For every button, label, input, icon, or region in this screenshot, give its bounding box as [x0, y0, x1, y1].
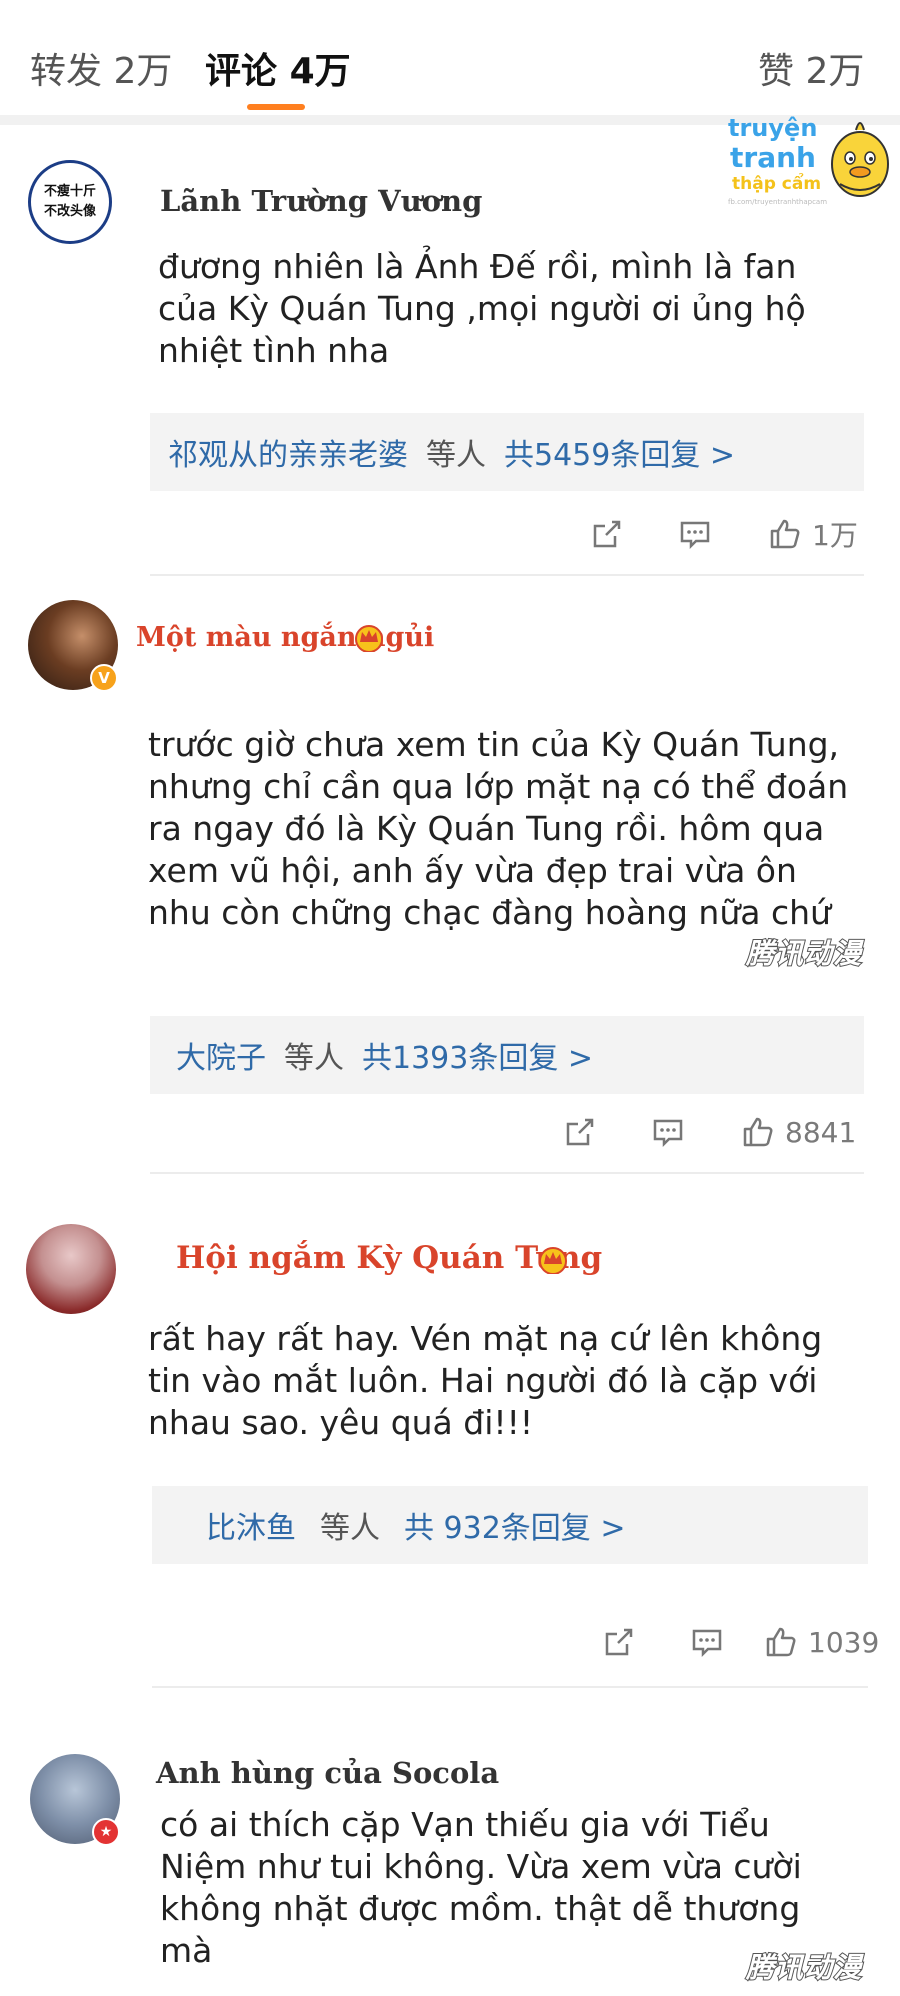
username[interactable]: Anh hùng của Socola [156, 1756, 499, 1790]
reply-mid: 等人 [284, 1041, 344, 1076]
watermark-line3: thập cẩm [732, 174, 822, 194]
avatar[interactable]: 不瘦十斤 不改头像 [28, 160, 112, 244]
like-count: 1万 [812, 519, 858, 552]
active-tab-indicator [247, 104, 305, 110]
reply-summary[interactable]: 祁观从的亲亲老婆 等人 共5459条回复 > [150, 413, 864, 491]
crown-badge-icon [539, 1247, 567, 1274]
username[interactable]: Một màu ngắn ngủi [136, 622, 434, 653]
divider [150, 574, 864, 576]
share-icon[interactable] [590, 517, 624, 551]
comment-text: có ai thích cặp Vạn thiếu gia với Tiểu N… [160, 1805, 802, 1970]
reply-mid: 等人 [426, 438, 486, 473]
avatar[interactable] [26, 1224, 116, 1314]
avatar-text-line2: 不改头像 [43, 204, 96, 219]
reply-summary[interactable]: 比沐鱼 等人 共 932条回复 > [152, 1486, 868, 1564]
comment-actions: 8841 [563, 1110, 856, 1154]
tencent-watermark: 腾讯动漫 [745, 1950, 863, 1985]
comment-text: rất hay rất hay. Vén mặt nạ cứ lên không… [148, 1319, 823, 1442]
comment-actions: 1万 [590, 512, 858, 556]
reply-mid: 等人 [320, 1511, 380, 1546]
tencent-watermark: 腾讯动漫 [745, 936, 863, 971]
reply-user[interactable]: 大院子 [176, 1033, 266, 1077]
avatar-text-line1: 不瘦十斤 [43, 184, 96, 199]
like-icon[interactable] [768, 517, 802, 551]
divider [152, 1686, 868, 1688]
comment-text: đương nhiên là Ảnh Đế rồi, mình là fan c… [158, 247, 806, 370]
watermark-line2: tranh [730, 141, 816, 174]
watermark-line1: truyện [728, 114, 818, 142]
watermark-url: fb.com/truyentranhthapcam [728, 198, 828, 206]
crown-badge-icon [355, 625, 383, 652]
like-icon[interactable] [741, 1115, 775, 1149]
comment-actions: 1039 [602, 1620, 879, 1664]
reply-user[interactable]: 祁观从的亲亲老婆 [168, 430, 408, 474]
verified-badge-icon: V [90, 664, 118, 692]
reply-count[interactable]: 共5459条回复 > [504, 430, 735, 474]
tab-likes[interactable]: 赞 2万 [758, 42, 864, 94]
share-icon[interactable] [563, 1115, 597, 1149]
official-badge-icon: ★ [92, 1818, 120, 1846]
tab-comments[interactable]: 评论 4万 [205, 42, 351, 94]
reply-summary[interactable]: 大院子 等人 共1393条回复 > [150, 1016, 864, 1094]
like-icon[interactable] [764, 1625, 798, 1659]
tab-reposts[interactable]: 转发 2万 [30, 42, 172, 94]
like-count: 8841 [785, 1115, 857, 1149]
reply-count[interactable]: 共1393条回复 > [362, 1033, 593, 1077]
comment-icon[interactable] [678, 517, 712, 551]
reply-user[interactable]: 比沐鱼 [206, 1503, 296, 1547]
duck-mascot-icon [831, 122, 889, 197]
comment-text: trước giờ chưa xem tin của Kỳ Quán Tung,… [148, 725, 849, 932]
tab-bar: 转发 2万 评论 4万 赞 2万 [0, 0, 900, 125]
comment-icon[interactable] [690, 1625, 724, 1659]
like-count: 1039 [808, 1625, 880, 1659]
username[interactable]: Lãnh Trường Vương [160, 184, 482, 218]
watermark-logo: truyện tranh thập cẩm fb.com/truyentranh… [724, 112, 894, 222]
comment-icon[interactable] [651, 1115, 685, 1149]
divider [150, 1172, 864, 1174]
reply-count[interactable]: 共 932条回复 > [404, 1503, 625, 1547]
share-icon[interactable] [602, 1625, 636, 1659]
